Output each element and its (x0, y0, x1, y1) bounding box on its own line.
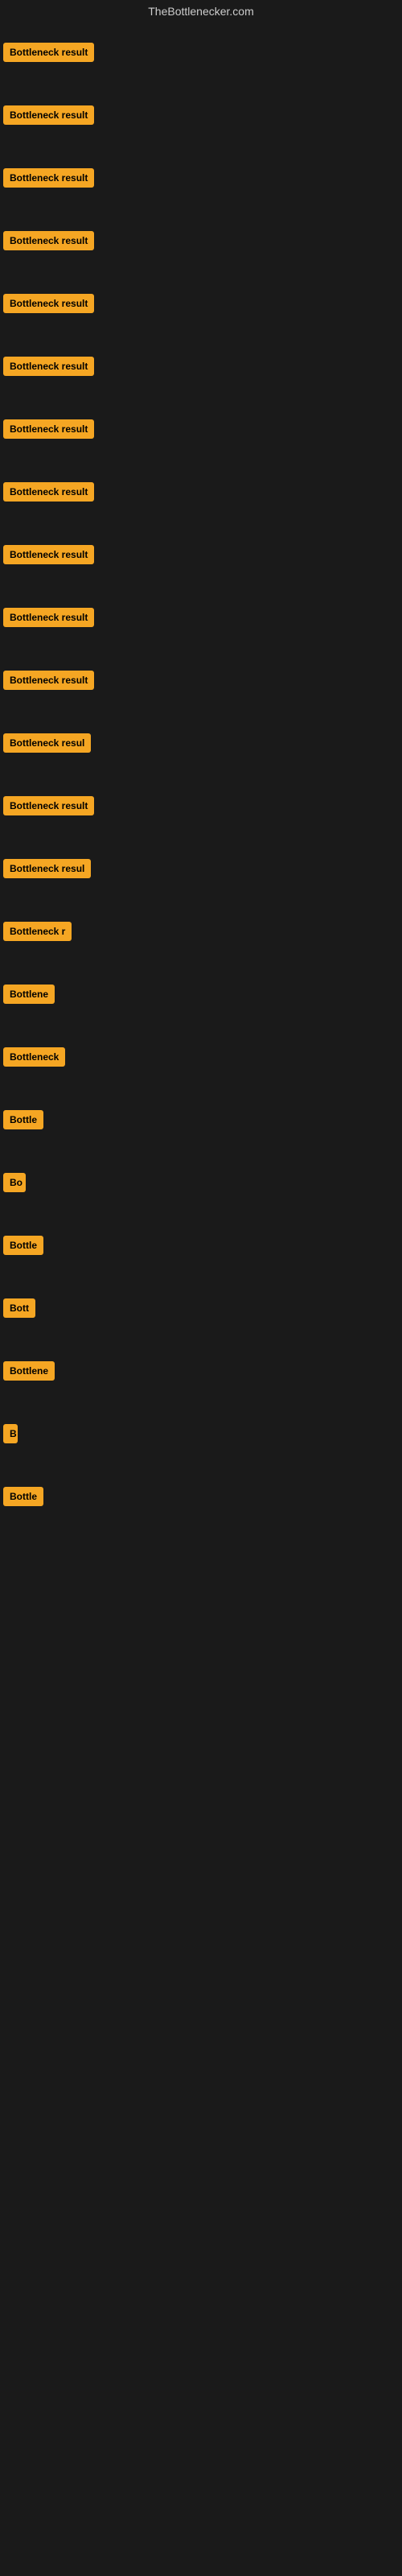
bottleneck-badge[interactable]: Bottleneck result (3, 105, 94, 125)
result-row: Bottle (0, 1088, 402, 1151)
result-row: Bottle (0, 1465, 402, 1528)
bottleneck-badge[interactable]: Bo (3, 1173, 26, 1192)
result-row: Bottleneck result (0, 84, 402, 147)
result-row: Bott (0, 1277, 402, 1340)
result-row: Bottleneck result (0, 586, 402, 649)
result-row: Bottleneck resul (0, 712, 402, 774)
result-row: Bottle (0, 1214, 402, 1277)
bottleneck-badge[interactable]: B (3, 1424, 18, 1443)
bottleneck-badge[interactable]: Bottleneck result (3, 671, 94, 690)
bottleneck-badge[interactable]: Bottle (3, 1236, 43, 1255)
page-wrapper: TheBottlenecker.com Bottleneck resultBot… (0, 0, 402, 2576)
result-row: Bottleneck (0, 1026, 402, 1088)
bottleneck-badge[interactable]: Bottleneck result (3, 43, 94, 62)
result-row: Bottleneck result (0, 147, 402, 209)
result-row: B (0, 1402, 402, 1465)
bottleneck-badge[interactable]: Bottleneck (3, 1047, 65, 1067)
result-row: Bottleneck result (0, 335, 402, 398)
result-row: Bo (0, 1151, 402, 1214)
bottleneck-badge[interactable]: Bottleneck r (3, 922, 72, 941)
result-row: Bottleneck result (0, 272, 402, 335)
result-row: Bottleneck result (0, 649, 402, 712)
result-row: Bottleneck result (0, 209, 402, 272)
bottleneck-badge[interactable]: Bottleneck result (3, 294, 94, 313)
result-row: Bottleneck r (0, 900, 402, 963)
bottleneck-badge[interactable]: Bottleneck result (3, 168, 94, 188)
bottleneck-badge[interactable]: Bottleneck result (3, 796, 94, 815)
result-row: Bottlene (0, 1340, 402, 1402)
bottleneck-badge[interactable]: Bottleneck result (3, 231, 94, 250)
bottleneck-badge[interactable]: Bottleneck result (3, 608, 94, 627)
result-row: Bottleneck result (0, 523, 402, 586)
bottleneck-badge[interactable]: Bottleneck result (3, 357, 94, 376)
site-title: TheBottlenecker.com (0, 0, 402, 21)
bottleneck-badge[interactable]: Bottleneck resul (3, 733, 91, 753)
bottleneck-badge[interactable]: Bottleneck result (3, 545, 94, 564)
result-row: Bottleneck result (0, 398, 402, 460)
bottleneck-badge[interactable]: Bottleneck result (3, 419, 94, 439)
result-row: Bottlene (0, 963, 402, 1026)
result-row: Bottleneck result (0, 460, 402, 523)
bottleneck-badge[interactable]: Bottlene (3, 1361, 55, 1381)
bottleneck-badge[interactable]: Bottlene (3, 985, 55, 1004)
result-row: Bottleneck result (0, 21, 402, 84)
result-row: Bottleneck resul (0, 837, 402, 900)
results-container: Bottleneck result Bottleneck result Bottle… (0, 21, 402, 1528)
bottleneck-badge[interactable]: Bott (3, 1298, 35, 1318)
result-row: Bottleneck result (0, 774, 402, 837)
bottleneck-badge[interactable]: Bottle (3, 1487, 43, 1506)
bottleneck-badge[interactable]: Bottle (3, 1110, 43, 1129)
bottleneck-badge[interactable]: Bottleneck resul (3, 859, 91, 878)
bottleneck-badge[interactable]: Bottleneck result (3, 482, 94, 502)
